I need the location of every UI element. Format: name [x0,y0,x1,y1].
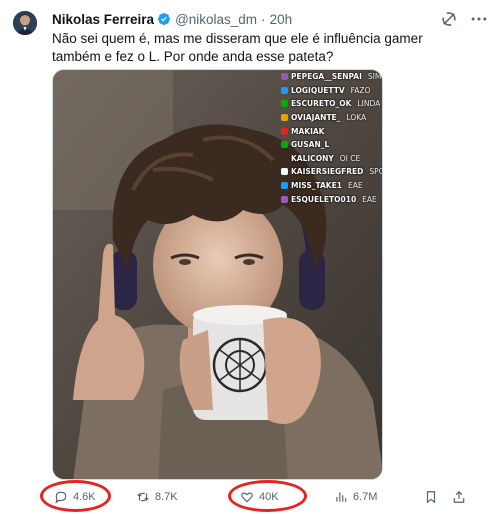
chat-username: KALICONY [291,153,334,163]
chat-username: OVIAJANTE_ [291,113,341,123]
chat-message: SPOIL [369,167,382,177]
chat-username: ESCURETO_OK [291,99,352,109]
chat-badge-icon [281,168,288,176]
more-options-icon[interactable] [469,9,489,29]
highlight-circle-replies [40,480,111,512]
view-count: 6.7M [353,491,378,503]
chat-username: GUSAN_L [291,140,330,150]
chat-badge-icon [281,86,288,94]
chat-message: SIM [367,72,382,82]
chat-line: MISS_TAKE1 EAE [281,179,382,193]
chat-message: EAE [347,181,363,191]
retweet-button[interactable]: 8.7K [136,486,178,508]
tweet-text: Não sei quem é, mas me disseram que ele … [52,31,423,64]
chat-username: MISS_TAKE1 [291,181,342,191]
chat-badge-icon [281,100,288,108]
chat-badge-icon [281,155,288,162]
separator-dot: · [261,11,266,27]
chat-username: KAISERSIEGFRED [290,167,364,177]
tweet-card[interactable]: Nikolas Ferreira @nikolas_dm · 20h Não s… [0,0,502,514]
tweet-header: Nikolas Ferreira @nikolas_dm · 20h [52,9,462,29]
chat-line: OVIAJANTE_ LOKA [281,111,382,125]
chat-username: PEPEGA__SENPAI [291,72,362,82]
timestamp[interactable]: 20h [270,12,293,27]
chat-username: ESQUELETO010 [291,194,357,204]
share-icon [453,490,465,503]
chat-badge-icon [281,127,288,135]
chat-badge-icon [281,195,288,203]
views-bar-chart-icon [336,492,347,502]
chat-message: LINDA [357,99,381,109]
chat-badge-icon [281,114,288,122]
retweet-icon [137,492,149,502]
chat-message: OI CE [339,153,361,163]
chat-message: EAE [362,194,377,204]
highlight-circle-likes [228,480,307,512]
verified-badge-icon [158,13,171,25]
retweet-count: 8.7K [155,491,178,503]
chat-message: LOKA [346,113,367,123]
chat-username: LOGIQUETTV [291,85,345,95]
author-handle[interactable]: @nikolas_dm [175,12,257,27]
bookmark-icon [426,491,436,504]
chat-badge-icon [281,182,288,190]
chat-line: MAKIAK [281,124,382,138]
chat-username: MAKIAK [291,126,325,136]
chat-line: ESQUELETO010 EAE [281,192,382,206]
avatar[interactable] [13,11,37,35]
author-name[interactable]: Nikolas Ferreira [52,12,154,27]
chat-line: KAISERSIEGFRED SPOIL [281,165,382,179]
grok-icon[interactable] [440,10,458,28]
chat-line: LOGIQUETTV FAZO [281,84,382,98]
bookmark-button[interactable] [424,486,443,508]
chat-badge-icon [281,141,288,149]
chat-line: KALICONY OI CE [281,152,382,166]
chat-message: FAZO [350,85,371,95]
chat-badge-icon [281,73,288,81]
share-button[interactable] [452,486,471,508]
chat-line: GUSAN_L [281,138,382,152]
stream-chat-overlay: PEPEGA__SENPAI SIM LOGIQUETTV FAZO ESCUR… [281,70,382,206]
views-button[interactable]: 6.7M [334,486,377,508]
chat-line: PEPEGA__SENPAI SIM [281,70,382,84]
chat-line: ESCURETO_OK LINDA [281,97,382,111]
tweet-media-image[interactable]: PEPEGA__SENPAI SIM LOGIQUETTV FAZO ESCUR… [52,69,383,480]
